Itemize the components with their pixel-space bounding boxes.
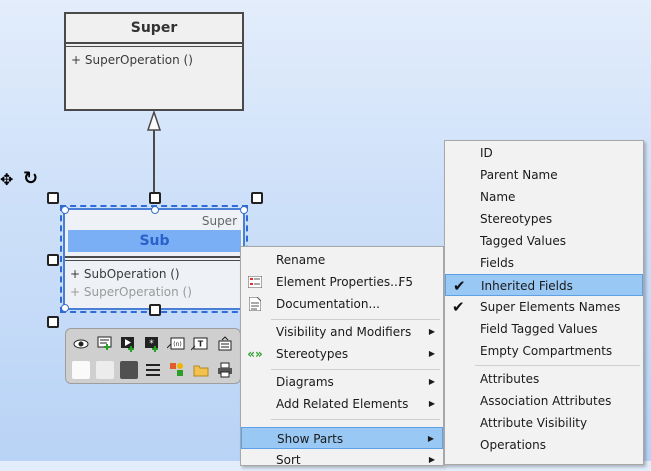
shortcut-f5: F5: [398, 275, 413, 289]
submenu-item-super-elements-names[interactable]: ✔ Super Elements Names: [445, 296, 643, 318]
menu-item-stereotypes[interactable]: «» Stereotypes ▶: [241, 343, 443, 365]
anchor-handle[interactable]: [61, 304, 69, 312]
checkmark-icon: ✔: [453, 277, 466, 295]
fill-light-icon[interactable]: [96, 361, 114, 379]
menu-item-add-related-elements[interactable]: Add Related Elements ▶: [241, 393, 443, 415]
sub-compartment-divider-2: [65, 260, 243, 261]
super-attr-compartment: [66, 44, 242, 47]
submenu-item-stereotypes[interactable]: Stereotypes: [445, 208, 643, 230]
fill-dark-icon[interactable]: [120, 361, 138, 379]
sub-compartment-divider: [65, 256, 243, 258]
submenu-item-empty-compartments[interactable]: Empty Compartments: [445, 340, 643, 362]
sub-class[interactable]: Super Sub + SubOperation () + SuperOpera…: [60, 205, 248, 313]
menu-item-rename[interactable]: Rename: [241, 249, 443, 271]
submenu-item-name[interactable]: Name: [445, 186, 643, 208]
menu-separator: [271, 319, 440, 320]
fill-white-icon[interactable]: [72, 361, 90, 379]
move-icon[interactable]: ✥: [0, 170, 13, 189]
menu-item-sort[interactable]: Sort ▶: [241, 449, 443, 471]
submenu-arrow-icon: ▶: [427, 434, 434, 443]
inheritance-arrowhead: [146, 109, 162, 131]
menu-item-diagrams[interactable]: Diagrams ▶: [241, 371, 443, 393]
super-class-name: Super: [66, 14, 242, 44]
submenu-item-field-tagged-values[interactable]: Field Tagged Values: [445, 318, 643, 340]
run-add-icon[interactable]: [119, 335, 137, 353]
inherited-operation: + SuperOperation (): [70, 285, 192, 299]
submenu-arrow-icon: ▶: [428, 377, 435, 386]
line-style-icon[interactable]: [144, 361, 162, 379]
quick-toolbar: * (n) T: [65, 328, 241, 384]
context-menu: Rename Element Properties... F5 Document…: [240, 246, 444, 467]
show-parts-submenu: ID Parent Name Name Stereotypes Tagged V…: [444, 140, 644, 465]
super-class[interactable]: Super + SuperOperation (): [64, 12, 244, 111]
menu-separator: [271, 369, 440, 370]
anchor-handle[interactable]: [151, 206, 159, 214]
svg-text:*: *: [149, 339, 154, 349]
super-operation: + SuperOperation (): [71, 53, 193, 67]
menu-item-visibility-modifiers[interactable]: Visibility and Modifiers ▶: [241, 321, 443, 343]
menu-separator: [271, 419, 440, 420]
submenu-item-operations[interactable]: Operations: [445, 434, 643, 456]
folder-icon[interactable]: [192, 361, 210, 379]
submenu-arrow-icon: ▶: [428, 327, 435, 336]
submenu-item-attribute-visibility[interactable]: Attribute Visibility: [445, 412, 643, 434]
stereotype-icon: «»: [247, 347, 263, 361]
submenu-item-id[interactable]: ID: [445, 142, 643, 164]
menu-item-documentation[interactable]: Documentation...: [241, 293, 443, 315]
submenu-item-tagged-values[interactable]: Tagged Values: [445, 230, 643, 252]
resize-handle-bottom[interactable]: [149, 304, 161, 316]
eye-icon[interactable]: [72, 335, 90, 353]
printer-icon[interactable]: [216, 361, 234, 379]
resize-handle-left[interactable]: [47, 254, 59, 266]
svg-text:(n): (n): [173, 341, 181, 348]
resize-handle-top-right[interactable]: [251, 192, 263, 204]
menu-item-element-properties[interactable]: Element Properties... F5: [241, 271, 443, 293]
rotate-icon[interactable]: ↻: [23, 168, 38, 189]
value-icon[interactable]: (n): [167, 335, 185, 353]
properties-icon: [247, 274, 263, 290]
submenu-arrow-icon: ▶: [428, 455, 435, 464]
resize-handle-top-left[interactable]: [47, 192, 59, 204]
resize-handle-bottom-left[interactable]: [47, 316, 59, 328]
submenu-item-inherited-fields[interactable]: ✔ Inherited Fields: [445, 274, 643, 296]
submenu-arrow-icon: ▶: [428, 349, 435, 358]
submenu-item-attributes[interactable]: Attributes: [445, 368, 643, 390]
comment-add-icon[interactable]: [96, 335, 114, 353]
menu-item-show-parts[interactable]: Show Parts ▶: [241, 427, 443, 449]
stack-icon[interactable]: [216, 335, 234, 353]
anchor-handle[interactable]: [240, 206, 248, 214]
document-icon: [247, 296, 263, 312]
resize-handle-top[interactable]: [149, 192, 161, 204]
sub-class-name[interactable]: Sub: [68, 230, 241, 252]
star-add-icon[interactable]: *: [143, 335, 161, 353]
anchor-handle[interactable]: [61, 206, 69, 214]
checkmark-icon: ✔: [452, 298, 465, 316]
svg-text:T: T: [198, 340, 204, 349]
menu-separator: [475, 365, 640, 366]
shape-style-icon[interactable]: [168, 361, 186, 379]
submenu-item-fields[interactable]: Fields: [445, 252, 643, 274]
sub-operation: + SubOperation (): [70, 267, 180, 281]
submenu-item-association-attributes[interactable]: Association Attributes: [445, 390, 643, 412]
submenu-item-parent-name[interactable]: Parent Name: [445, 164, 643, 186]
generalization-connector[interactable]: [140, 108, 170, 202]
submenu-arrow-icon: ▶: [428, 399, 435, 408]
text-icon[interactable]: T: [191, 335, 209, 353]
